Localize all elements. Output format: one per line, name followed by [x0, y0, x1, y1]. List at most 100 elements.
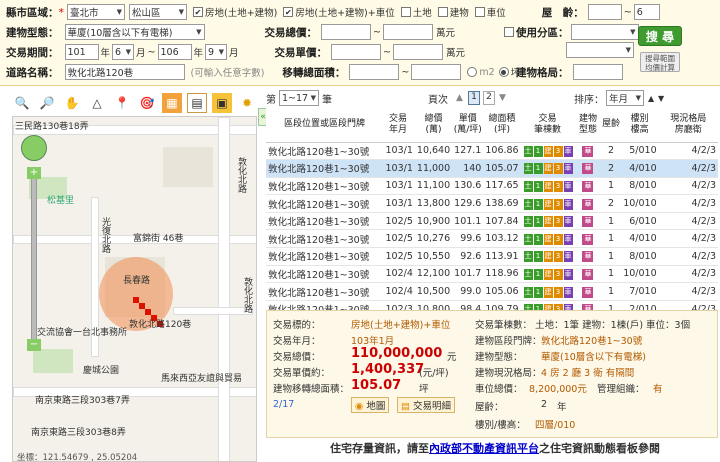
locate-icon[interactable]: 🎯 [137, 93, 157, 113]
col-header[interactable]: 交易 年月 [381, 108, 415, 143]
table-row[interactable]: 敦化北路120巷1~30號 102/5 10,276 99.6 103.12 土 1 建 3 車華… [266, 229, 718, 249]
col-header[interactable]: 單價 (萬/坪) [452, 108, 484, 143]
type-checkbox-1[interactable]: ✔ 房地(土地+建物)+車位 [283, 5, 395, 19]
sort-select[interactable]: 年月 [606, 90, 644, 106]
county-select[interactable]: 臺北市 [67, 4, 125, 20]
tag-badge: 建 [543, 233, 553, 245]
table-row[interactable]: 敦化北路120巷1~30號 103/1 11,100 130.6 117.65 土 1 建 3 車… [266, 177, 718, 196]
age-to-input[interactable]: 6 [633, 4, 660, 20]
district-select[interactable]: 松山區 [129, 4, 187, 20]
zoom-in-icon[interactable]: 🔍 [12, 93, 32, 113]
zoom-in-button[interactable]: + [27, 167, 41, 179]
zoom-slider[interactable] [31, 169, 37, 345]
pan-control[interactable] [21, 135, 47, 161]
type-badge: 華 [582, 251, 594, 263]
area-unit-m2-radio[interactable]: m2 [467, 67, 495, 78]
table-row[interactable]: 敦化北路120巷1~30號 102/5 10,900 101.1 107.84 土 1 建 3 車… [266, 212, 718, 231]
type-checkbox-2[interactable]: 土地 [400, 5, 432, 19]
tag-badge: 3 [553, 233, 563, 245]
road-input[interactable]: 敦化北路120巷 [64, 64, 185, 80]
area-from[interactable] [349, 64, 400, 80]
measure-icon[interactable]: △ [87, 93, 107, 113]
use-zone-sub-select[interactable] [566, 42, 634, 58]
period-from-year[interactable]: 101 [64, 44, 99, 60]
cell-age: 2 [601, 194, 621, 213]
search-button[interactable]: 搜 尋 [638, 26, 682, 46]
next-page-icon[interactable]: ▼ [499, 93, 506, 103]
mgmt-label: 管理組織： [597, 384, 645, 395]
cell-age: 1 [601, 282, 621, 301]
zoom-out-icon[interactable]: 🔎 [37, 93, 57, 113]
unit-unit: (元/坪) [419, 368, 449, 379]
type-checkbox-4[interactable]: 車位 [474, 5, 506, 19]
total-price-from[interactable] [321, 24, 371, 40]
type-checkbox-3[interactable]: 建物 [437, 5, 469, 19]
per-page-select[interactable]: 1~17 [279, 90, 319, 106]
col-header[interactable]: 建物 型態 [574, 108, 602, 143]
cell-ym: 102/4 [381, 265, 415, 284]
table-row[interactable]: 敦化北路120巷1~30號 102/5 10,550 92.6 113.91 土 1 建 3 車華… [266, 247, 718, 266]
col-header[interactable]: 樓別 樓高 [620, 108, 659, 143]
cell-total: 10,276 [414, 229, 453, 249]
prev-page-icon[interactable]: ▲ [456, 93, 463, 103]
layout-input[interactable] [572, 64, 623, 80]
col-header[interactable]: 總面積 (坪) [483, 108, 521, 143]
col-header[interactable]: 現況格局 房廳衛 [658, 108, 718, 143]
map-label: 松基里 [47, 196, 75, 206]
cell-floor: 10/010 [620, 194, 659, 213]
table-row[interactable]: 敦化北路120巷1~30號 102/4 10,500 99.0 105.06 土 1 建 3 車華… [266, 282, 718, 301]
table-row[interactable]: 敦化北路120巷1~30號 103/1 10,640 127.1 106.86 土 1 建 3 車… [266, 142, 718, 161]
unit-price-from[interactable] [331, 44, 382, 60]
col-header[interactable]: 屋齡 [601, 108, 621, 143]
cell-floor: 4/010 [620, 159, 659, 178]
moi-platform-link[interactable]: 內政部不動產資訊平台 [429, 442, 539, 455]
map-view[interactable]: 三民路130巷18弄 敦化北路 富錦街 46巷 光復北路 長春路 敦化北路120… [12, 116, 257, 462]
col-header[interactable]: 交易 筆棟數 [520, 108, 575, 143]
map-button[interactable]: ◉ 地圖 [351, 397, 390, 413]
cell-type: 華 [574, 282, 602, 301]
page-2[interactable]: 2 [483, 91, 495, 105]
total-price-to[interactable] [382, 24, 433, 40]
cell-age: 1 [601, 212, 621, 231]
cell-area: 106.86 [483, 142, 521, 161]
area-label: 移轉總面積： [282, 66, 346, 79]
page-1[interactable]: 1 [468, 91, 480, 105]
period-to-year[interactable]: 106 [157, 44, 192, 60]
period-from-month[interactable]: 6 [112, 44, 135, 60]
sort-desc-icon[interactable]: ▼ [658, 94, 664, 103]
building-type-select[interactable]: 華廈(10層含以下有電梯) [64, 24, 205, 40]
type-badge: 華 [582, 268, 594, 280]
pan-hand-icon[interactable]: ✋ [62, 93, 82, 113]
count-label: 交易筆棟數： [475, 320, 533, 331]
pin-icon[interactable]: 📍 [112, 93, 132, 113]
table-row[interactable]: 敦化北路120巷1~30號 103/1 11,000 140 105.07 土 1 建 3 車華 2… [266, 159, 718, 178]
cell-count-tags: 土1建3車 [520, 177, 575, 196]
settings-icon[interactable]: ✹ [237, 93, 257, 113]
footer-note: 住宅存量資訊，請至內政部不動產資訊平台之住宅資訊動態看板參閱 [0, 440, 720, 462]
avg-price-button[interactable]: 搜尋範圍 均價計算 [640, 52, 680, 72]
cell-count-tags: 土1建3車 [520, 247, 575, 266]
use-zone-checkbox[interactable] [504, 27, 514, 37]
detail-button[interactable]: ▤ 交易明細 [397, 397, 456, 413]
table-row[interactable]: 敦化北路120巷1~30號 102/4 12,100 101.7 118.96 土 1 建 3 車… [266, 265, 718, 284]
sort-asc-icon[interactable]: ▲ [648, 94, 654, 103]
cell-floor: 5/010 [620, 142, 659, 161]
col-header[interactable]: 區段位置或區段門牌 [266, 108, 382, 143]
period-to-month[interactable]: 9 [205, 44, 228, 60]
age-from-input[interactable] [587, 4, 622, 20]
cell-ym: 103/1 [381, 142, 415, 161]
use-zone-select[interactable] [570, 24, 639, 40]
table-row[interactable]: 敦化北路120巷1~30號 103/1 13,800 129.6 138.69 土 1 建 3 車… [266, 194, 718, 213]
select-icon[interactable]: ▣ [212, 93, 232, 113]
unit-price-to[interactable] [393, 44, 443, 60]
tag-badge: 1 [533, 251, 543, 263]
cell-type: 華 [574, 247, 602, 266]
area-to[interactable] [411, 64, 462, 80]
layer-icon[interactable]: ▦ [162, 93, 182, 113]
grid-icon[interactable]: ▤ [187, 93, 207, 113]
zoom-out-button[interactable]: − [27, 339, 41, 351]
cell-count-tags: 土1建3車 [520, 229, 575, 249]
cell-age: 1 [601, 177, 621, 196]
col-header[interactable]: 總價 (萬) [414, 108, 453, 143]
type-checkbox-0[interactable]: ✔ 房地(土地+建物) [193, 5, 277, 19]
